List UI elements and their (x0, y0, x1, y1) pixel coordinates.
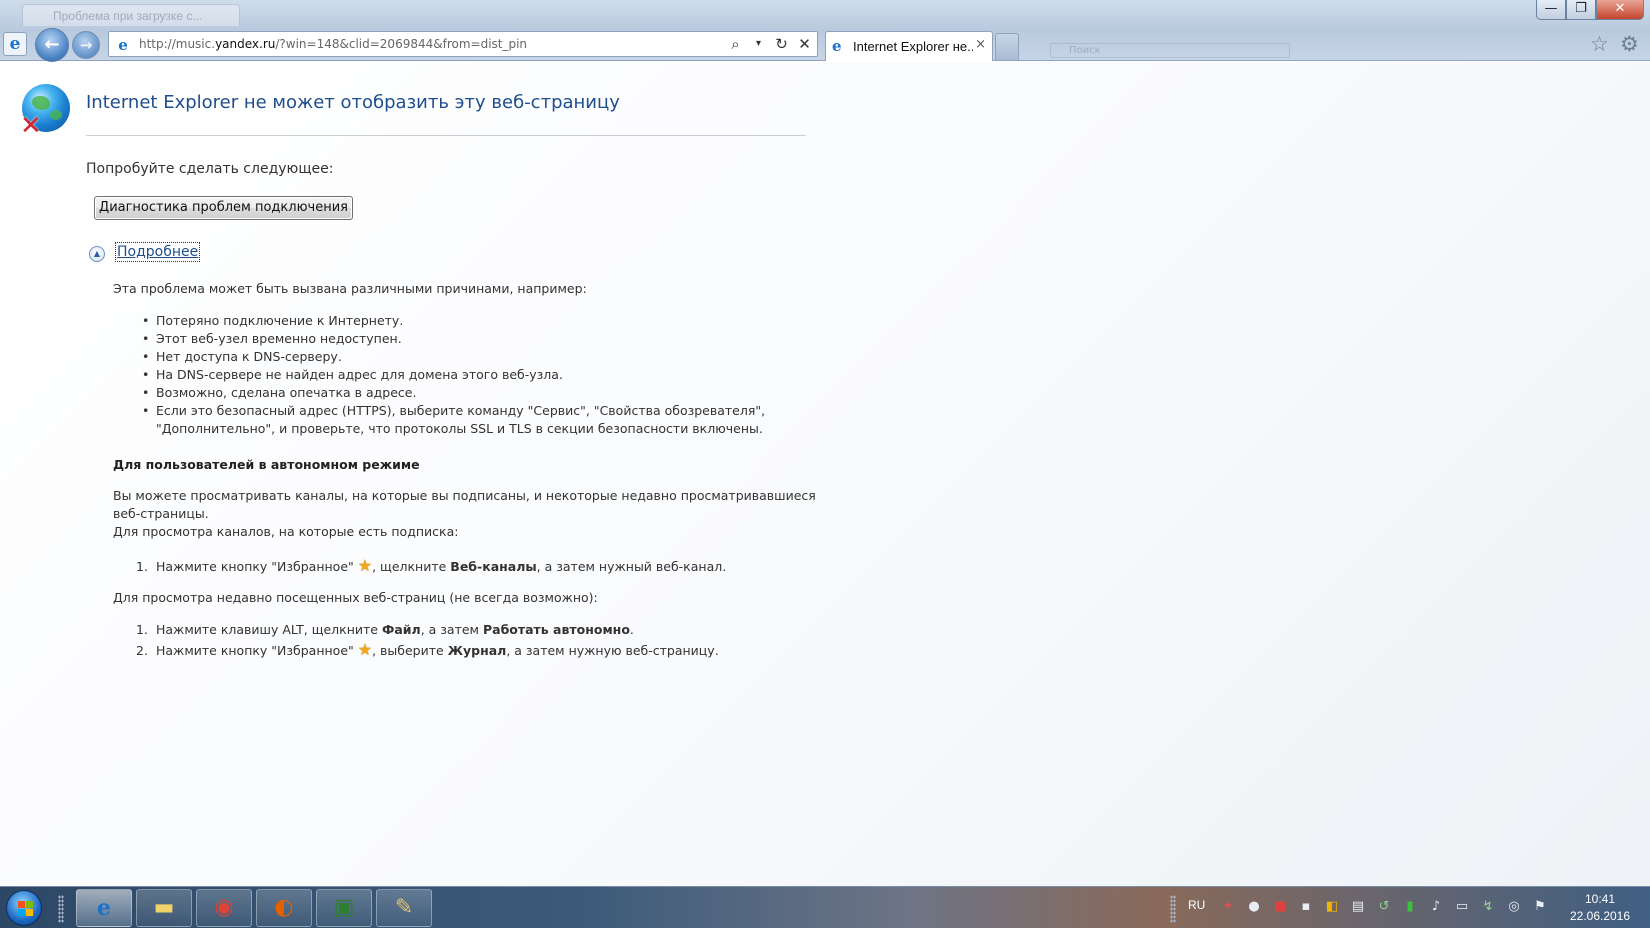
cause-item: Возможно, сделана опечатка в адресе. (142, 384, 765, 402)
cause-intro: Эта проблема может быть вызвана различны… (113, 281, 587, 296)
language-indicator[interactable]: RU (1188, 898, 1205, 912)
page-content: ✕ Internet Explorer не может отобразить … (0, 62, 1650, 886)
user-icon[interactable]: ● (1246, 899, 1262, 915)
window-controls: — ❐ ✕ (1536, 0, 1644, 20)
search-icon[interactable]: ⌕ (727, 34, 744, 54)
recent-steps: 1. Нажмите клавишу ALT, щелкните Файл, а … (136, 620, 719, 660)
ghost-search-box: Поиск (1050, 43, 1290, 58)
taskbar-file-explorer-button[interactable]: ▬ (136, 889, 192, 927)
address-url[interactable]: http://music.yandex.ru/?win=148&clid=206… (139, 37, 527, 51)
close-window-button[interactable]: ✕ (1596, 0, 1644, 20)
causes-list: Потеряно подключение к Интернету. Этот в… (142, 312, 765, 438)
taskbar-chrome-button[interactable]: ◉ (196, 889, 252, 927)
battery-icon[interactable]: ▮ (1402, 899, 1418, 915)
clock-date: 22.06.2016 (1569, 909, 1631, 923)
action-center-flag-icon[interactable]: ⚑ (1532, 899, 1548, 915)
network-icon[interactable]: ▭ (1454, 899, 1470, 915)
recent-step: 1. Нажмите клавишу ALT, щелкните Файл, а … (136, 622, 634, 637)
cause-item: Нет доступа к DNS-серверу. (142, 348, 765, 366)
cause-item: Этот веб-узел временно недоступен. (142, 330, 765, 348)
taskbar-grip (58, 895, 64, 923)
diagnose-connection-button[interactable]: Диагностика проблем подключения (94, 196, 353, 220)
cause-item-continued: "Дополнительно", и проверьте, что проток… (156, 421, 763, 436)
ghost-toolbar: Поиск (1030, 43, 1590, 59)
tab-active[interactable]: e Internet Explorer не... × (825, 31, 993, 61)
error-x-icon: ✕ (20, 111, 42, 141)
cause-item: Потеряно подключение к Интернету. (142, 312, 765, 330)
taskbar: e ▬ ◉ ◐ ▣ ✎ RU ✦ ● ■ ▪ ◧ ▤ ↺ ▮ ♪ ▭ ↯ ◎ ⚑… (0, 886, 1650, 928)
taskbar-ie-button[interactable]: e (76, 889, 132, 927)
start-button[interactable] (6, 890, 42, 926)
cause-item: Если это безопасный адрес (HTTPS), выбер… (142, 402, 765, 420)
try-text: Попробуйте сделать следующее: (86, 161, 334, 177)
dropdown-icon[interactable]: ▾ (750, 34, 767, 54)
title-divider (86, 135, 806, 136)
taskbar-firefox-button[interactable]: ◐ (256, 889, 312, 927)
antivirus-icon[interactable]: ✦ (1220, 899, 1236, 915)
recent-intro: Для просмотра недавно посещенных веб-стр… (113, 590, 598, 605)
feeds-intro: Для просмотра каналов, на которые есть п… (113, 524, 459, 539)
more-info-link[interactable]: Подробнее (115, 242, 201, 262)
browser-titlebar: Проблема при загрузке с... — ❐ ✕ e ← → e… (0, 0, 1650, 62)
page-title: Internet Explorer не может отобразить эт… (86, 92, 620, 113)
offline-text-line-1: Вы можете просматривать каналы, на котор… (113, 488, 816, 503)
tray-grip (1170, 895, 1176, 923)
forward-button[interactable]: → (72, 31, 100, 59)
cause-item: На DNS-сервере не найден адрес для домен… (142, 366, 765, 384)
update-icon[interactable]: ◎ (1506, 899, 1522, 915)
recent-step: 2. Нажмите кнопку "Избранное" ★, выберите… (136, 640, 719, 659)
clock[interactable]: 10:41 22.06.2016 (1560, 891, 1640, 925)
taskbar-monitor-button[interactable]: ▣ (316, 889, 372, 927)
offline-heading: Для пользователей в автономном режиме (113, 457, 420, 472)
taskbar-paint-button[interactable]: ✎ (376, 889, 432, 927)
system-tray: RU ✦ ● ■ ▪ ◧ ▤ ↺ ▮ ♪ ▭ ↯ ◎ ⚑ 10:41 22.06… (1170, 887, 1650, 928)
gear-icon[interactable]: ⚙ (1620, 32, 1639, 56)
address-tools: ⌕ ▾ ↻ ✕ (727, 34, 813, 54)
notes-icon[interactable]: ◧ (1324, 899, 1340, 915)
clock-time: 10:41 (1584, 892, 1616, 906)
background-tab-title: Проблема при загрузке с... (53, 9, 203, 23)
favorites-star-icon: ★ (357, 556, 373, 575)
page-favicon-icon: e (118, 36, 128, 54)
feeds-step: 1. Нажмите кнопку "Избранное" ★, щелкните… (136, 556, 727, 575)
back-button[interactable]: ← (35, 28, 69, 62)
background-tab-ghost: Проблема при загрузке с... (22, 4, 240, 26)
connection-icon[interactable]: ↯ (1480, 899, 1496, 915)
security-icon[interactable]: ▪ (1298, 899, 1314, 915)
collapse-up-icon[interactable]: ▲ (89, 246, 105, 262)
tab-title: Internet Explorer не... (853, 39, 973, 54)
shield-icon[interactable]: ■ (1272, 899, 1288, 915)
maximize-button[interactable]: ❐ (1566, 0, 1596, 20)
favorites-star-icon[interactable]: ☆ (1590, 32, 1609, 56)
device-icon[interactable]: ▤ (1350, 899, 1366, 915)
minimize-button[interactable]: — (1536, 0, 1566, 20)
favorites-star-icon: ★ (357, 640, 373, 659)
tab-close-icon[interactable]: × (975, 37, 986, 52)
tab-favicon-icon: e (832, 37, 842, 55)
stop-icon[interactable]: ✕ (796, 34, 813, 54)
sync-icon[interactable]: ↺ (1376, 899, 1392, 915)
volume-icon[interactable]: ♪ (1428, 899, 1444, 915)
offline-text-line-2: веб-страницы. (113, 506, 209, 521)
refresh-icon[interactable]: ↻ (773, 34, 790, 54)
new-tab-button[interactable] (995, 33, 1019, 60)
ie-logo-icon: e (3, 32, 27, 56)
feeds-steps: 1. Нажмите кнопку "Избранное" ★, щелкните… (136, 556, 726, 576)
address-bar[interactable]: e http://music.yandex.ru/?win=148&clid=2… (108, 31, 818, 57)
